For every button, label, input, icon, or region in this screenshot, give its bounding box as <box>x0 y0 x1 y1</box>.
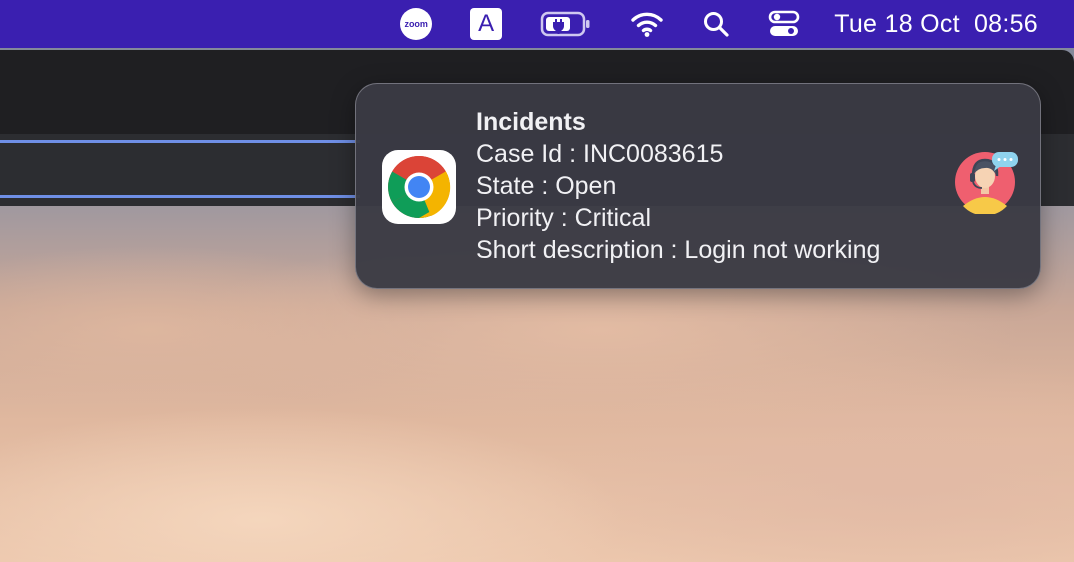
zoom-icon[interactable]: zoom <box>400 8 433 40</box>
menu-bar-clock[interactable]: Tue 18 Oct 08:56 <box>834 10 1038 39</box>
wifi-icon[interactable] <box>630 10 664 38</box>
notification-content: Incidents Case Id : INC0083615 State : O… <box>476 106 946 266</box>
focus-line-top <box>0 140 360 143</box>
input-source-menu[interactable]: A <box>470 8 503 40</box>
support-agent-avatar-icon <box>955 152 1018 214</box>
wifi-menu[interactable] <box>630 10 664 38</box>
spotlight-menu[interactable] <box>702 10 730 38</box>
focus-line-bottom <box>0 195 360 198</box>
battery-menu[interactable] <box>540 10 592 38</box>
menu-bar: zoom A Tue 18 Oct 08:56 <box>0 0 1074 48</box>
clock-time: 08:56 <box>973 9 1038 38</box>
notification-app-icon <box>382 150 456 224</box>
notification-title: Incidents <box>476 108 586 136</box>
notification-priority: Priority : Critical <box>476 204 652 232</box>
notification-short-description: Short description : Login not working <box>476 236 881 264</box>
control-center-icon[interactable] <box>768 9 800 39</box>
spotlight-search-icon[interactable] <box>702 10 730 38</box>
notification-state: State : Open <box>476 172 617 200</box>
notification-case-id: Case Id : INC0083615 <box>476 140 724 168</box>
control-center-menu[interactable] <box>768 9 800 39</box>
battery-charging-icon[interactable] <box>540 10 592 38</box>
clock-date: Tue 18 Oct <box>834 9 960 38</box>
zoom-menu-extra[interactable]: zoom <box>400 8 433 40</box>
notification-banner[interactable]: Incidents Case Id : INC0083615 State : O… <box>355 83 1041 289</box>
chrome-icon <box>388 156 451 218</box>
input-source-icon[interactable]: A <box>470 8 503 40</box>
